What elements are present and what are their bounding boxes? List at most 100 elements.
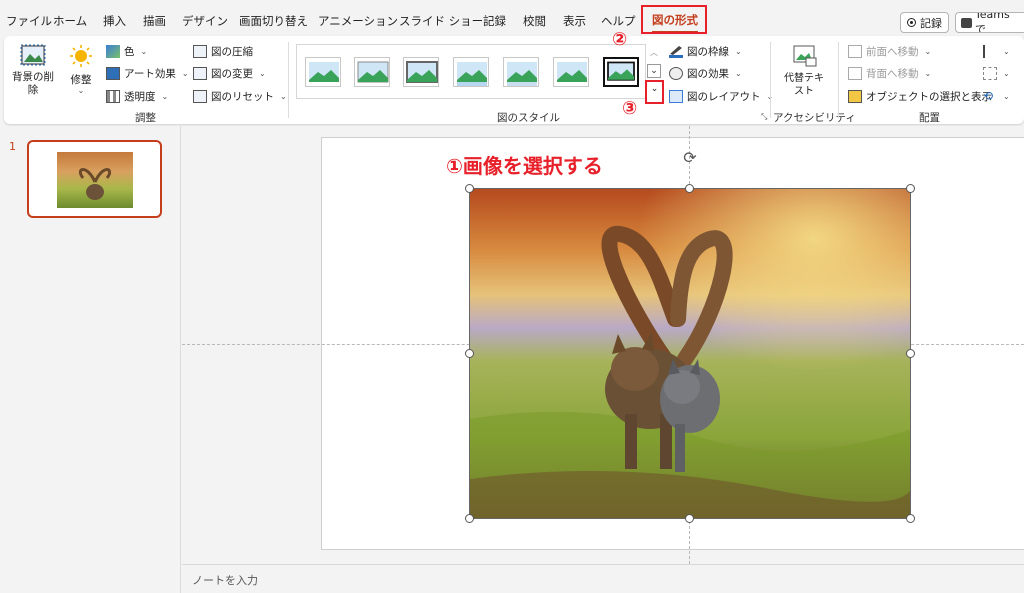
bring-forward-button[interactable]: 前面へ移動 ⌄ (848, 41, 931, 61)
thumbnail-cat-image (57, 152, 133, 208)
resize-handle-bottom-right[interactable] (906, 514, 915, 523)
gallery-scroll-up-icon[interactable]: ︿ (647, 47, 661, 61)
ribbon-tab-bar: ファイル ホーム 挿入 描画 デザイン 画面切り替え アニメーション スライド … (0, 0, 1024, 36)
resize-handle-top[interactable] (685, 184, 694, 193)
picture-layout-button[interactable]: 図のレイアウト⌄ (669, 86, 773, 106)
teams-icon (961, 17, 972, 28)
resize-handle-top-right[interactable] (906, 184, 915, 193)
remove-background-label: 背景の削除 (12, 71, 54, 96)
slide-thumbnail-1[interactable] (27, 140, 162, 218)
resize-handle-bottom[interactable] (685, 514, 694, 523)
picture-style-7[interactable] (603, 57, 639, 87)
picture-style-2[interactable] (354, 57, 390, 87)
notes-pane[interactable]: ノートを入力 (182, 564, 1024, 593)
teams-button-label: Teams で (974, 12, 1010, 33)
alt-text-button[interactable]: 代替テキスト (780, 42, 828, 102)
color-label: 色 (124, 45, 135, 58)
tab-help[interactable]: ヘルプ (601, 13, 636, 29)
chevron-down-icon: ⌄ (735, 46, 742, 56)
remove-background-button[interactable]: 背景の削除 (12, 42, 54, 102)
landscape-icon (309, 62, 339, 82)
picture-border-button[interactable]: 図の枠線 ⌄ (669, 41, 742, 61)
tab-view[interactable]: 表示 (563, 13, 586, 29)
alt-text-label: 代替テキスト (784, 73, 824, 97)
picture-style-6[interactable] (553, 57, 589, 87)
change-picture-icon (193, 66, 207, 80)
tab-animations[interactable]: アニメーション (318, 13, 398, 29)
reset-picture-icon (193, 89, 207, 103)
corrections-button[interactable]: 修整 ⌄ (62, 42, 100, 102)
gallery-scroll-down-icon[interactable]: ⌄ (647, 64, 661, 78)
slide-number: 1 (9, 140, 16, 153)
tab-insert[interactable]: 挿入 (103, 13, 126, 29)
tab-home[interactable]: ホーム (53, 13, 87, 29)
pen-icon (669, 45, 683, 58)
tab-draw[interactable]: 描画 (143, 13, 166, 29)
resize-handle-left[interactable] (465, 349, 474, 358)
chevron-down-icon: ⌄ (1003, 68, 1010, 78)
teams-button[interactable]: Teams で (955, 12, 1024, 33)
step3-annotation: ③ (622, 98, 638, 119)
picture-style-3[interactable] (403, 57, 439, 87)
dialog-launcher-icon[interactable]: ⤡ (761, 112, 767, 122)
transparency-button[interactable]: 透明度 ⌄ (106, 86, 168, 106)
chevron-down-icon: ⌄ (735, 68, 742, 78)
tab-slideshow[interactable]: スライド ショー (399, 13, 483, 29)
compress-icon (193, 44, 207, 58)
accessibility-group-label: アクセシビリティ (773, 112, 856, 124)
picture-style-4[interactable] (453, 57, 489, 87)
record-button[interactable]: 記録 (900, 12, 949, 33)
tab-file[interactable]: ファイル (6, 13, 52, 29)
cat-photo-image (470, 189, 910, 518)
group-objects-icon (983, 66, 997, 80)
picture-style-5[interactable] (503, 57, 539, 87)
rotate-button[interactable]: ⟲ ⌄ (983, 86, 1010, 106)
group-divider (838, 42, 839, 118)
align-button[interactable]: ⌄ (983, 41, 1010, 61)
picture-effects-button[interactable]: 図の効果 ⌄ (669, 63, 742, 83)
resize-handle-bottom-left[interactable] (465, 514, 474, 523)
selected-cat-picture[interactable] (469, 188, 911, 519)
change-picture-button[interactable]: 図の変更 ⌄ (193, 63, 266, 83)
chevron-down-icon: ⌄ (181, 68, 189, 78)
send-backward-button[interactable]: 背面へ移動 ⌄ (848, 63, 931, 83)
group-divider (288, 42, 289, 118)
landscape-icon (457, 62, 487, 86)
tab-record[interactable]: 記録 (483, 13, 506, 29)
resize-handle-top-left[interactable] (465, 184, 474, 193)
compress-pictures-button[interactable]: 図の圧縮 (193, 41, 253, 61)
resize-handle-right[interactable] (906, 349, 915, 358)
alt-text-icon (793, 45, 817, 67)
tab-design[interactable]: デザイン (182, 13, 228, 29)
record-button-label: 記録 (920, 16, 942, 30)
color-button[interactable]: 色 ⌄ (106, 41, 147, 61)
picture-effects-label: 図の効果 (687, 67, 729, 80)
record-icon (907, 18, 916, 27)
selection-pane-button[interactable]: オブジェクトの選択と表示 (848, 86, 992, 106)
tab-transitions[interactable]: 画面切り替え (239, 13, 308, 29)
chevron-down-icon: ⌄ (924, 46, 932, 56)
arrange-group-label: 配置 (919, 112, 940, 124)
selection-pane-label: オブジェクトの選択と表示 (866, 90, 992, 103)
chevron-down-icon: ⌄ (259, 68, 266, 78)
picture-effects-icon (669, 66, 683, 80)
picture-border-label: 図の枠線 (687, 45, 729, 58)
slide-thumbnail-pane: 1 (0, 126, 181, 593)
group-objects-button[interactable]: ⌄ (983, 63, 1010, 83)
group-divider (770, 42, 771, 118)
artistic-effects-label: アート効果 (124, 67, 176, 80)
bring-forward-label: 前面へ移動 (866, 45, 919, 58)
send-backward-label: 背面へ移動 (866, 67, 919, 80)
chevron-down-icon: ⌄ (924, 68, 932, 78)
landscape-icon (507, 62, 537, 86)
step3-highlight-box (645, 80, 664, 104)
chevron-down-icon: ⌄ (280, 91, 287, 101)
reset-picture-button[interactable]: 図のリセット ⌄ (193, 86, 287, 106)
rotate-handle-icon[interactable]: ⟳ (680, 148, 700, 168)
step2-highlight-box (641, 5, 707, 34)
artistic-effects-button[interactable]: アート効果 ⌄ (106, 63, 189, 83)
chevron-down-icon: ⌄ (140, 46, 148, 56)
picture-style-1[interactable] (305, 57, 341, 87)
styles-group-label: 図のスタイル (497, 112, 560, 124)
tab-review[interactable]: 校閲 (523, 13, 546, 29)
